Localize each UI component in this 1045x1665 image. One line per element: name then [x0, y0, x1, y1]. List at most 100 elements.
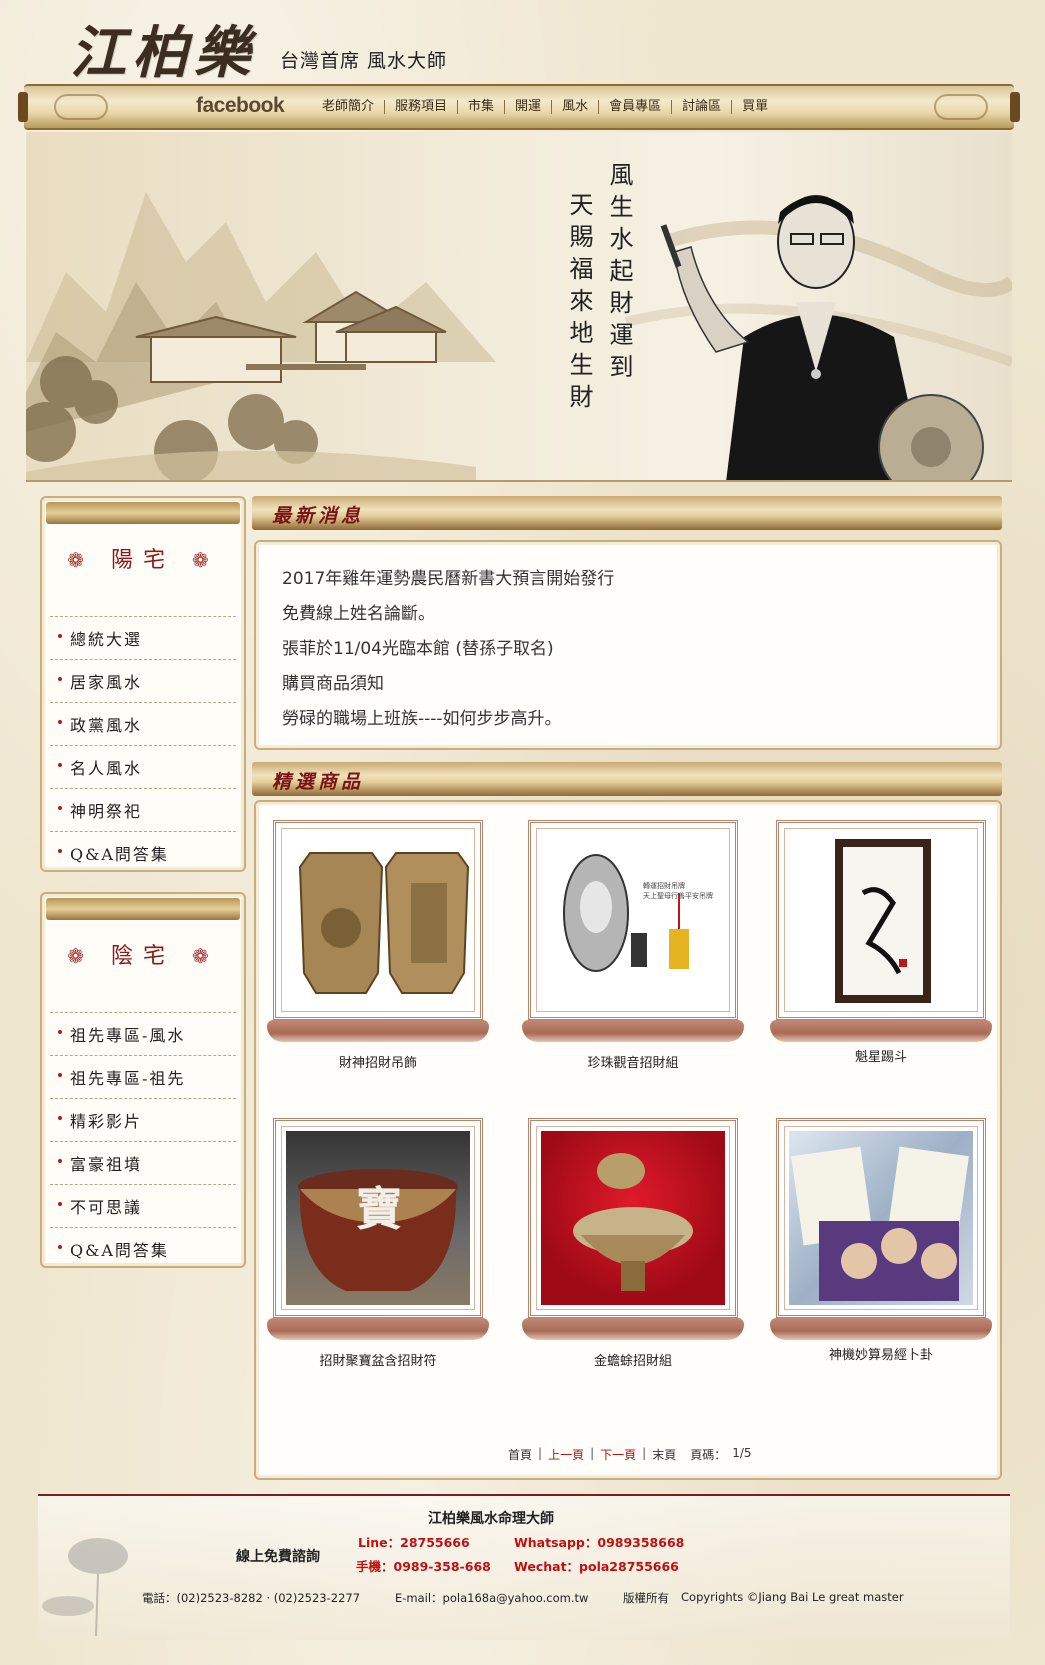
pagination: 首頁 | 上一頁 | 下一頁 | 末頁 頁碼： 1/5: [508, 1446, 752, 1463]
product-frame[interactable]: [273, 820, 483, 1020]
product-image[interactable]: [541, 1131, 725, 1305]
products-header: 精選商品: [252, 762, 1002, 796]
sidebar-item-worship[interactable]: 神明祭祀: [50, 788, 236, 831]
product-frame[interactable]: [528, 1118, 738, 1318]
footer-whatsapp[interactable]: Whatsapp：0989358668: [514, 1532, 684, 1551]
panel-header-bar: [46, 502, 240, 524]
site-subtitle: 台灣首席 風水大師: [280, 50, 448, 72]
landscape-illustration: [26, 192, 1012, 480]
sidebar-yin-list: 祖先專區-風水 祖先專區-祖先 精彩影片 富豪祖墳 不可思議 Q&A問答集: [50, 1012, 236, 1270]
news-title: 最新消息: [272, 505, 365, 527]
page-last-link[interactable]: 末頁: [652, 1446, 676, 1463]
page-number: 1/5: [732, 1446, 752, 1460]
bowl-character: 寶: [356, 1182, 402, 1236]
sidebar-item-home-fengshui[interactable]: 居家風水: [50, 659, 236, 702]
product-stand: [770, 1318, 992, 1340]
product-stand: [267, 1318, 489, 1340]
nav-item-market[interactable]: 市集: [457, 100, 504, 114]
footer-copyright: Copyrights ©Jiang Bai Le great master: [681, 1590, 904, 1604]
footer-phone: 電話：(02)2523-8282 · (02)2523-2277: [142, 1591, 361, 1605]
flower-ornament-icon: ❁: [192, 548, 219, 572]
nav-item-checkout[interactable]: 買單: [731, 100, 778, 114]
page-next-link[interactable]: 下一頁: [600, 1446, 636, 1463]
product-name[interactable]: 神機妙算易經卜卦: [776, 1344, 986, 1363]
footer-line[interactable]: Line：28755666: [358, 1532, 470, 1551]
news-panel: 2017年雞年運勢農民曆新書大預言開始發行 免費線上姓名論斷。 張菲於11/04…: [254, 540, 1002, 750]
nav-item-members[interactable]: 會員專區: [598, 100, 671, 114]
product-stand: [522, 1020, 744, 1042]
banner-poem-right: 風生水起財運到: [605, 162, 633, 386]
sidebar-yin-panel: ❁ 陰宅 ❁ 祖先專區-風水 祖先專區-祖先 精彩影片 富豪祖墳 不可思議 Q&…: [40, 892, 246, 1268]
nav-item-about[interactable]: 老師簡介: [322, 100, 384, 114]
sidebar-item-ancestor-fengshui[interactable]: 祖先專區-風水: [50, 1012, 236, 1055]
news-list: 2017年雞年運勢農民曆新書大預言開始發行 免費線上姓名論斷。 張菲於11/04…: [256, 542, 1000, 757]
product-image[interactable]: 寶: [286, 1131, 470, 1305]
news-item[interactable]: 勞碌的職場上班族----如何步步高升。: [282, 702, 974, 737]
product-name[interactable]: 招財聚寶盆含招財符: [273, 1350, 483, 1369]
product-frame[interactable]: [776, 820, 986, 1020]
product-name[interactable]: 金蟾蜍招財組: [528, 1350, 738, 1369]
footer-email[interactable]: E-mail：pola168a@yahoo.com.tw: [395, 1590, 588, 1606]
product-image[interactable]: 轉運招財吊牌 天上聖母行善平安吊牌: [541, 833, 725, 1007]
news-item[interactable]: 張菲於11/04光臨本館 (替孫子取名): [282, 632, 974, 667]
sidebar-item-qa[interactable]: Q&A問答集: [50, 831, 236, 874]
panel-header-bar: [46, 898, 240, 920]
page-first-link[interactable]: 首頁: [508, 1446, 532, 1463]
sidebar-item-celebrity-fengshui[interactable]: 名人風水: [50, 745, 236, 788]
page-prev-link[interactable]: 上一頁: [548, 1446, 584, 1463]
product-name[interactable]: 財神招財吊飾: [273, 1052, 483, 1071]
main-nav: facebook 老師簡介 服務項目 市集 開運 風水 會員專區 討論區 買單: [18, 84, 1020, 130]
sidebar-yang-list: 總統大選 居家風水 政黨風水 名人風水 神明祭祀 Q&A問答集: [50, 616, 236, 874]
nav-menu: 老師簡介 服務項目 市集 開運 風水 會員專區 討論區 買單: [322, 100, 778, 114]
product-frame[interactable]: [776, 1118, 986, 1318]
sidebar-item-party-fengshui[interactable]: 政黨風水: [50, 702, 236, 745]
footer-copyright-label: 版權所有: [623, 1591, 669, 1605]
site-logo[interactable]: 江柏樂: [70, 8, 256, 89]
nav-item-fengshui[interactable]: 風水: [551, 100, 598, 114]
nav-item-forum[interactable]: 討論區: [671, 100, 731, 114]
hero-banner: 風生水起財運到 天賜福來地生財: [26, 132, 1012, 482]
product-image[interactable]: [789, 1131, 973, 1305]
header: 江柏樂 台灣首席 風水大師: [0, 0, 1045, 86]
product-frame[interactable]: 寶: [273, 1118, 483, 1318]
flower-ornament-icon: ❁: [192, 944, 219, 968]
sidebar-item-incredible[interactable]: 不可思議: [50, 1184, 236, 1227]
sidebar-item-ancestor[interactable]: 祖先專區-祖先: [50, 1055, 236, 1098]
news-item[interactable]: 免費線上姓名論斷。: [282, 597, 974, 632]
sidebar-item-videos[interactable]: 精彩影片: [50, 1098, 236, 1141]
lotus-illustration: [42, 1538, 128, 1636]
facebook-link[interactable]: facebook: [196, 94, 285, 118]
flower-ornament-icon: ❁: [67, 548, 94, 572]
product-stand: [522, 1318, 744, 1340]
nav-item-fortune[interactable]: 開運: [504, 100, 551, 114]
footer-consult: 線上免費諮詢: [236, 1549, 320, 1565]
news-header: 最新消息: [252, 496, 1002, 530]
banner-poem-left: 天賜福來地生財: [565, 192, 593, 416]
sidebar-yang-panel: ❁ 陽宅 ❁ 總統大選 居家風水 政黨風水 名人風水 神明祭祀 Q&A問答集: [40, 496, 246, 872]
sidebar-yin-title: ❁ 陰宅 ❁: [67, 944, 219, 969]
product-image[interactable]: [789, 833, 973, 1007]
product-frame[interactable]: 轉運招財吊牌 天上聖母行善平安吊牌: [528, 820, 738, 1020]
flower-ornament-icon: ❁: [67, 944, 94, 968]
sidebar-item-rich-tombs[interactable]: 富豪祖墳: [50, 1141, 236, 1184]
product-name[interactable]: 魁星踢斗: [776, 1046, 986, 1065]
pendant-caption-2: 天上聖母行善平安吊牌: [643, 892, 713, 900]
product-stand: [267, 1020, 489, 1042]
sidebar-item-election[interactable]: 總統大選: [50, 616, 236, 659]
pendant-caption: 轉運招財吊牌: [643, 882, 685, 890]
footer-wechat[interactable]: Wechat：pola28755666: [514, 1556, 679, 1575]
footer-mobile[interactable]: 手機：0989-358-668: [356, 1556, 491, 1575]
nav-item-services[interactable]: 服務項目: [384, 100, 457, 114]
products-title: 精選商品: [272, 771, 365, 793]
cloud-ornament-icon: [934, 94, 988, 120]
sidebar-item-qa[interactable]: Q&A問答集: [50, 1227, 236, 1270]
product-name[interactable]: 珍珠觀音招財組: [528, 1052, 738, 1071]
product-image[interactable]: [286, 833, 470, 1007]
footer-title: 江柏樂風水命理大師: [428, 1511, 554, 1527]
news-item[interactable]: 購買商品須知: [282, 667, 974, 702]
footer: 江柏樂風水命理大師 線上免費諮詢 Line：28755666 手機：0989-3…: [38, 1494, 1010, 1640]
news-item[interactable]: 2017年雞年運勢農民曆新書大預言開始發行: [282, 562, 974, 597]
sidebar-yang-title: ❁ 陽宅 ❁: [67, 548, 219, 573]
page-label: 頁碼：: [690, 1448, 727, 1462]
product-stand: [770, 1020, 992, 1042]
